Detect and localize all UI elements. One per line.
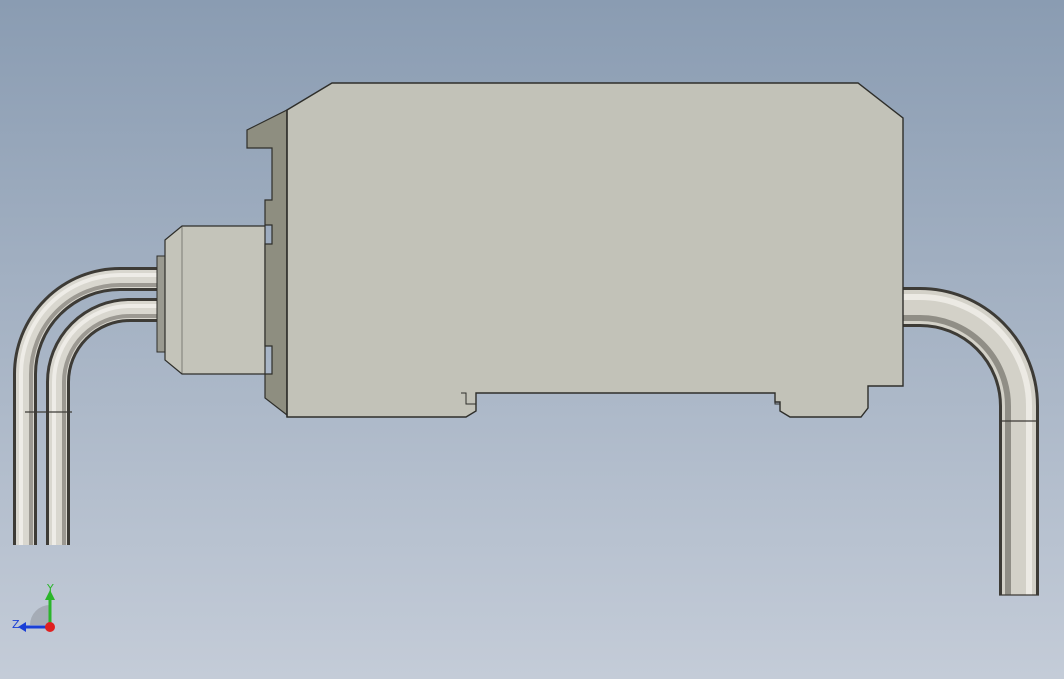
coordinate-triad: Y Z <box>12 582 55 632</box>
triad-plane <box>30 605 50 625</box>
model-scene[interactable]: Y Z <box>0 0 1064 679</box>
right-fiber-cable[interactable] <box>903 287 1039 595</box>
x-axis-origin-dot <box>45 622 55 632</box>
amplifier-body[interactable] <box>286 82 904 418</box>
z-axis-label: Z <box>12 618 20 631</box>
connector-housing[interactable] <box>164 225 266 375</box>
graphics-viewport[interactable]: Y Z <box>0 0 1064 679</box>
left-fiber-cable-inner[interactable] <box>46 298 160 545</box>
y-axis-label: Y <box>46 582 54 595</box>
